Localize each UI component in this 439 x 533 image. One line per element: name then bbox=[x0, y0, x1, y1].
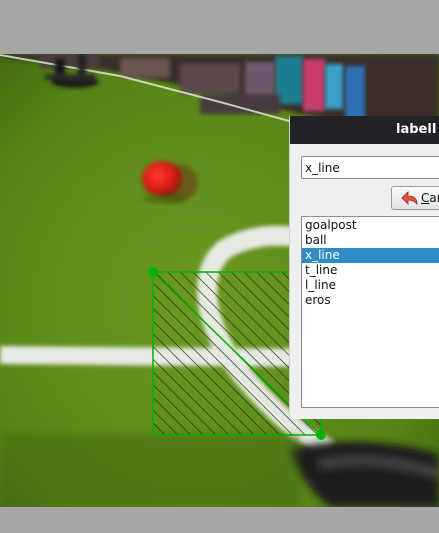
dialog-title-bar[interactable]: labelI bbox=[290, 116, 439, 144]
cancel-button-label: Can bbox=[421, 191, 439, 205]
undo-arrow-icon bbox=[401, 191, 418, 206]
cancel-button[interactable]: Can bbox=[391, 186, 439, 210]
label-input[interactable] bbox=[301, 156, 439, 179]
top-margin bbox=[0, 0, 439, 54]
label-list[interactable]: goalpost ball x_line t_line l_line eros bbox=[301, 216, 439, 408]
label-list-item[interactable]: x_line bbox=[302, 248, 439, 263]
label-list-item[interactable]: goalpost bbox=[302, 218, 439, 233]
label-list-item[interactable]: l_line bbox=[302, 278, 439, 293]
label-dialog: labelI Can goalpostballx_linet_linel_lin… bbox=[290, 116, 439, 419]
label-list-item[interactable]: eros bbox=[302, 293, 439, 308]
bottom-margin bbox=[0, 507, 439, 533]
bbox-handle-bottom-right[interactable] bbox=[316, 430, 326, 440]
label-list-item[interactable]: t_line bbox=[302, 263, 439, 278]
dialog-title: labelI bbox=[396, 122, 437, 137]
bbox-handle-top-left[interactable] bbox=[148, 267, 158, 277]
label-list-item[interactable]: ball bbox=[302, 233, 439, 248]
